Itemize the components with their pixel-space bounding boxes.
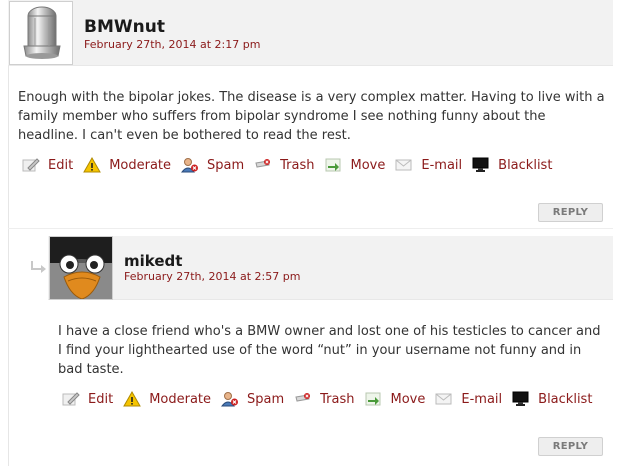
spam-action[interactable]: Spam	[181, 157, 244, 173]
blacklist-action[interactable]: Blacklist	[512, 391, 592, 407]
comment-divider	[8, 228, 613, 229]
trash-icon	[295, 393, 311, 402]
warning-icon	[123, 391, 142, 407]
comment-author[interactable]: mikedt	[124, 252, 182, 270]
moderate-label: Moderate	[109, 157, 172, 173]
trash-label: Trash	[320, 391, 355, 407]
avatar[interactable]	[9, 1, 73, 65]
blacklist-monitor-icon	[512, 391, 529, 406]
spam-label: Spam	[207, 157, 245, 173]
avatar[interactable]	[49, 236, 113, 300]
moderate-action[interactable]: Moderate	[83, 157, 171, 173]
blacklist-label: Blacklist	[538, 391, 593, 407]
edit-icon	[62, 392, 80, 406]
edit-icon	[22, 158, 40, 172]
move-icon	[325, 158, 341, 172]
email-label: E-mail	[421, 157, 463, 173]
reply-button[interactable]: REPLY	[538, 203, 603, 222]
email-label: E-mail	[461, 391, 503, 407]
edit-label: Edit	[48, 157, 74, 173]
edit-label: Edit	[88, 391, 114, 407]
blacklist-label: Blacklist	[498, 157, 553, 173]
comment-thread: BMWnut February 27th, 2014 at 2:17 pm En…	[0, 0, 633, 466]
moderate-action[interactable]: Moderate	[123, 391, 211, 407]
email-action[interactable]: E-mail	[395, 157, 462, 173]
reply-arrow-icon	[31, 261, 46, 273]
blacklist-action[interactable]: Blacklist	[472, 157, 552, 173]
comment-author[interactable]: BMWnut	[84, 17, 165, 37]
comment-body: Enough with the bipolar jokes. The disea…	[18, 90, 605, 143]
moderation-actions: Edit Moderate Spam Trash Move E-mail Bla…	[22, 157, 562, 173]
trash-label: Trash	[280, 157, 315, 173]
move-label: Move	[350, 157, 386, 173]
spam-user-icon	[221, 392, 239, 407]
email-icon	[395, 159, 412, 171]
comment-date[interactable]: February 27th, 2014 at 2:17 pm	[84, 38, 260, 51]
move-icon	[365, 392, 381, 406]
spam-action[interactable]: Spam	[221, 391, 284, 407]
penguin-avatar-icon	[50, 237, 112, 299]
lug-nut-avatar-icon	[10, 2, 72, 64]
reply-button[interactable]: REPLY	[538, 437, 603, 456]
thread-border	[8, 0, 9, 466]
edit-action[interactable]: Edit	[62, 391, 113, 407]
spam-label: Spam	[247, 391, 285, 407]
comment-body: I have a close friend who's a BMW owner …	[58, 324, 601, 377]
move-action[interactable]: Move	[325, 157, 386, 173]
spam-user-icon	[181, 158, 199, 173]
warning-icon	[83, 157, 102, 173]
trash-action[interactable]: Trash	[294, 391, 355, 407]
move-action[interactable]: Move	[365, 391, 426, 407]
comment-date[interactable]: February 27th, 2014 at 2:57 pm	[124, 270, 300, 283]
email-icon	[435, 393, 452, 405]
moderate-label: Moderate	[149, 391, 212, 407]
moderation-actions: Edit Moderate Spam Trash Move E-mail Bla…	[62, 391, 602, 407]
trash-icon	[255, 159, 271, 168]
edit-action[interactable]: Edit	[22, 157, 73, 173]
trash-action[interactable]: Trash	[254, 157, 315, 173]
email-action[interactable]: E-mail	[435, 391, 502, 407]
move-label: Move	[390, 391, 426, 407]
blacklist-monitor-icon	[472, 157, 489, 172]
